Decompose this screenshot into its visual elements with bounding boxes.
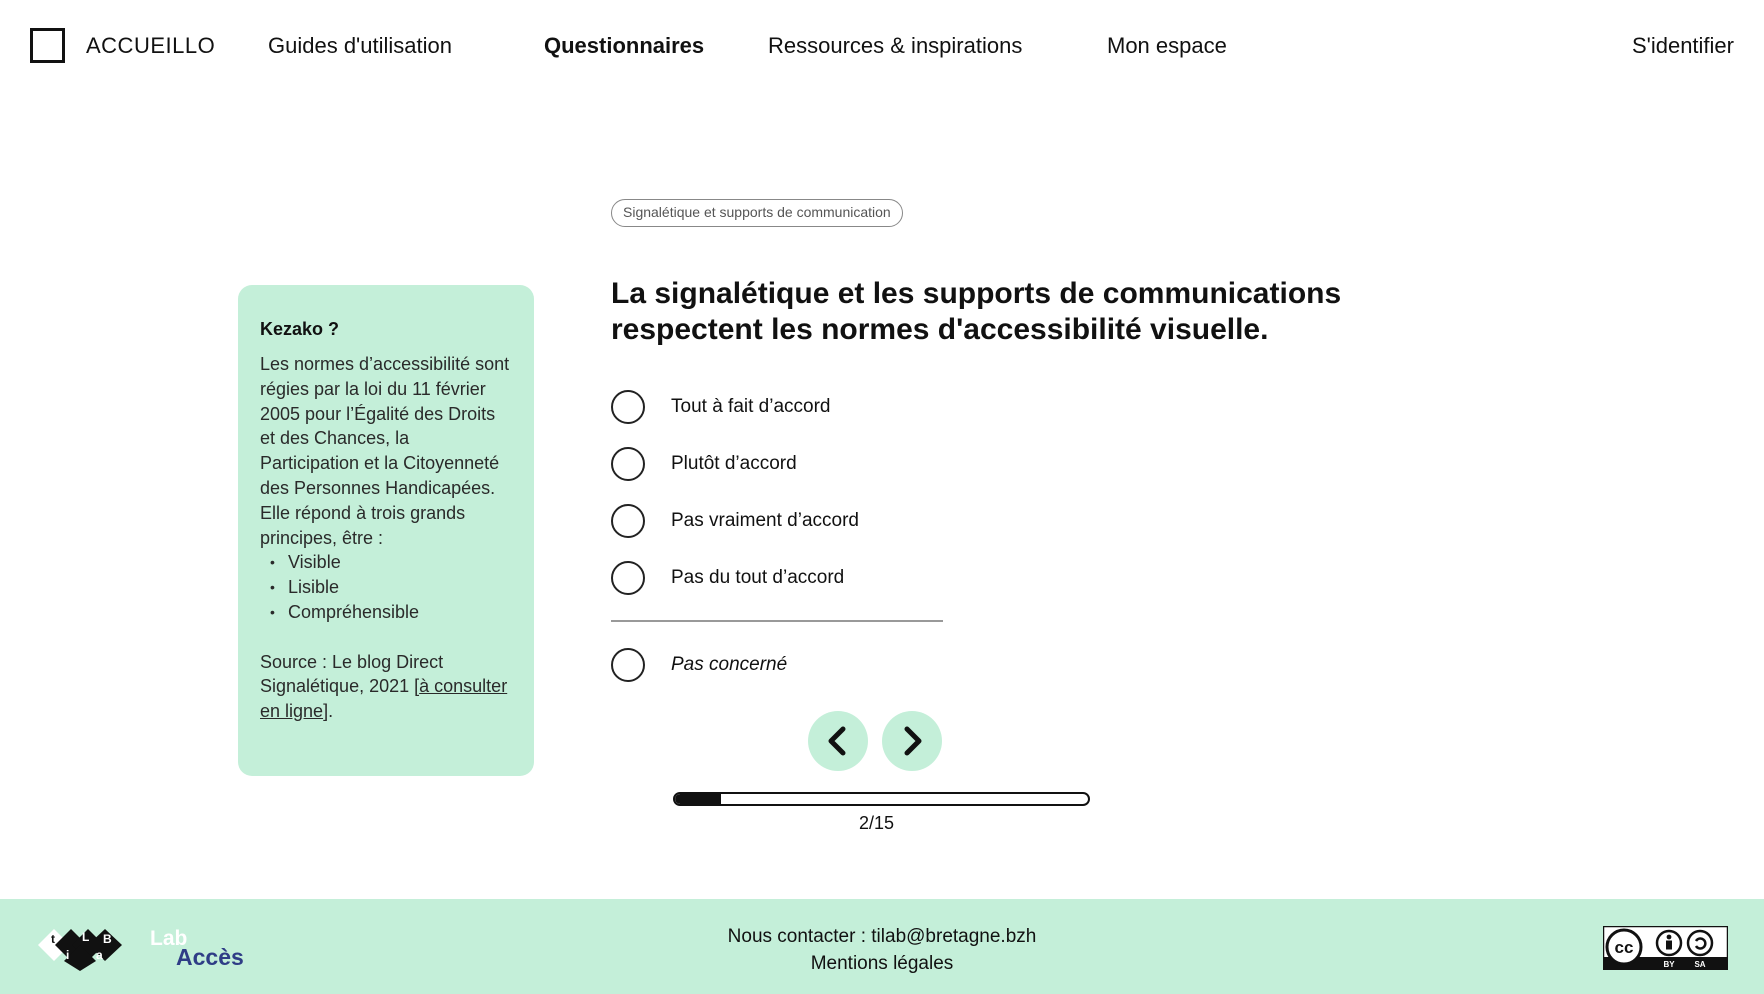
progress-fill — [675, 794, 721, 804]
cc-label: cc — [1615, 938, 1634, 957]
radio-button[interactable] — [611, 447, 645, 481]
list-item: Compréhensible — [260, 600, 512, 625]
option-rather-agree[interactable]: Plutôt d’accord — [611, 446, 797, 482]
list-item: Lisible — [260, 575, 512, 600]
option-label: Pas du tout d’accord — [671, 567, 845, 588]
info-source: Source : Le blog Direct Signalétique, 20… — [260, 650, 512, 724]
option-label: Tout à fait d’accord — [671, 396, 831, 417]
chevron-left-icon — [828, 726, 846, 756]
info-title: Kezako ? — [260, 319, 340, 339]
site-header: ACCUEILLO Guides d'utilisation Questionn… — [0, 0, 1764, 94]
progress-bar — [673, 792, 1090, 806]
nav-my-space[interactable]: Mon espace — [1107, 33, 1227, 59]
progress-text: 2/15 — [858, 813, 895, 833]
site-footer: t i L a B Lab Accès Nous contacter : til… — [0, 899, 1764, 994]
option-label: Pas concerné — [671, 654, 788, 675]
logo-square-icon[interactable] — [30, 28, 65, 63]
nav-questionnaires[interactable]: Questionnaires — [544, 33, 704, 59]
principles-list: Visible Lisible Compréhensible — [260, 550, 512, 624]
chevron-right-icon — [904, 726, 922, 756]
contact-link[interactable]: Nous contacter : tilab@bretagne.bzh — [0, 923, 1764, 950]
cc-by-sa-icon[interactable]: cc BY SA — [1603, 926, 1728, 970]
cc-sa-label: SA — [1694, 960, 1705, 969]
category-tag: Signalétique et supports de communicatio… — [611, 199, 903, 227]
option-not-concerned[interactable]: Pas concerné — [611, 647, 787, 683]
nav-guides[interactable]: Guides d'utilisation — [268, 33, 452, 59]
source-prefix: Source : Le blog Direct Signalétique, 20… — [260, 651, 444, 697]
cc-by-label: BY — [1663, 960, 1675, 969]
question-title: La signalétique et les supports de commu… — [611, 277, 1342, 346]
option-label: Plutôt d’accord — [671, 453, 797, 474]
info-card: Kezako ? Les normes d’accessibilité sont… — [238, 285, 534, 776]
previous-button[interactable] — [808, 711, 868, 771]
nav-resources[interactable]: Ressources & inspirations — [768, 33, 1022, 59]
divider — [611, 620, 943, 622]
list-item: Visible — [260, 550, 512, 575]
option-label: Pas vraiment d’accord — [671, 510, 859, 531]
contact-block: Nous contacter : tilab@bretagne.bzh Ment… — [0, 923, 1764, 977]
option-fully-agree[interactable]: Tout à fait d’accord — [611, 389, 830, 425]
legal-link[interactable]: Mentions légales — [0, 950, 1764, 977]
radio-button[interactable] — [611, 390, 645, 424]
login-link[interactable]: S'identifier — [1632, 33, 1734, 59]
radio-button[interactable] — [611, 648, 645, 682]
next-button[interactable] — [882, 711, 942, 771]
source-suffix: ]. — [323, 701, 334, 722]
brand-name[interactable]: ACCUEILLO — [86, 33, 215, 59]
radio-button[interactable] — [611, 561, 645, 595]
option-disagree[interactable]: Pas du tout d’accord — [611, 560, 844, 596]
info-body: Les normes d’accessibilité sont régies p… — [260, 354, 510, 548]
option-not-really-agree[interactable]: Pas vraiment d’accord — [611, 503, 859, 539]
radio-button[interactable] — [611, 504, 645, 538]
